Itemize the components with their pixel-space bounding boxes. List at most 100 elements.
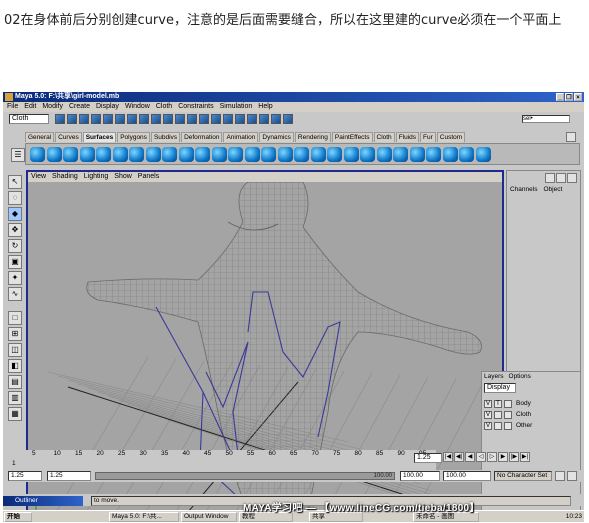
auto-key-icon[interactable] <box>555 471 565 481</box>
panel-menu-show[interactable]: Show <box>114 172 132 182</box>
tab-deformation[interactable]: Deformation <box>181 132 223 142</box>
shelf-tool-icon[interactable] <box>393 147 408 162</box>
menu-file[interactable]: File <box>7 102 18 112</box>
tab-polygons[interactable]: Polygons <box>117 132 150 142</box>
select-hierarchy-icon[interactable] <box>91 114 101 124</box>
tab-fur[interactable]: Fur <box>420 132 436 142</box>
shelf-tool-icon[interactable] <box>162 147 177 162</box>
shelf-tool-icon[interactable] <box>63 147 78 162</box>
layer-template-toggle[interactable] <box>494 411 502 419</box>
play-forward-icon[interactable]: ▷ <box>487 452 497 462</box>
save-scene-icon[interactable] <box>79 114 89 124</box>
layers-display-dropdown[interactable]: Display <box>484 383 516 393</box>
layer-color-swatch[interactable] <box>504 422 512 430</box>
shelf-tool-icon[interactable] <box>475 147 491 162</box>
start-button[interactable]: 开始 <box>4 512 32 522</box>
highlight-icon[interactable] <box>271 114 281 124</box>
animation-prefs-icon[interactable] <box>567 471 577 481</box>
snap-curve-icon[interactable] <box>139 114 149 124</box>
panel-menu-panels[interactable]: Panels <box>138 172 159 182</box>
new-scene-icon[interactable] <box>55 114 65 124</box>
shelf-tool-icon[interactable] <box>195 147 210 162</box>
minimize-button[interactable]: _ <box>556 93 564 101</box>
menu-help[interactable]: Help <box>258 102 272 112</box>
channel-tab-channels[interactable]: Channels <box>510 186 537 193</box>
selection-field[interactable]: sel• <box>522 115 570 123</box>
taskbar-item-maya[interactable]: Maya 5.0: F:\共... <box>109 512 179 522</box>
channel-toggle-icon[interactable] <box>283 114 293 124</box>
shelf-tool-icon[interactable] <box>409 147 425 162</box>
end-time-field[interactable]: 100.00 <box>443 471 491 481</box>
render-icon[interactable] <box>199 114 209 124</box>
play-back-icon[interactable]: ◁ <box>476 452 486 462</box>
close-button[interactable]: × <box>574 93 582 101</box>
layers-menu[interactable]: Layers <box>484 373 504 380</box>
layer-row-body[interactable]: V T Body <box>484 399 576 409</box>
four-view-icon[interactable]: ⊞ <box>8 327 22 341</box>
menu-create[interactable]: Create <box>69 102 90 112</box>
trash-icon[interactable] <box>566 132 576 142</box>
tab-dynamics[interactable]: Dynamics <box>259 132 294 142</box>
select-component-icon[interactable] <box>115 114 125 124</box>
shelf-tool-icon[interactable] <box>442 147 458 162</box>
layer-row-other[interactable]: V Other <box>484 421 576 431</box>
channel-box-toggle-icon[interactable] <box>545 173 555 183</box>
input-ops-icon[interactable] <box>235 114 245 124</box>
tab-cloth[interactable]: Cloth <box>373 132 395 142</box>
snap-grid-icon[interactable] <box>127 114 137 124</box>
shelf-tool-icon[interactable] <box>228 147 243 162</box>
character-set-dropdown[interactable]: No Character Set <box>494 471 552 481</box>
layer-visibility-toggle[interactable]: V <box>484 400 492 408</box>
tab-rendering[interactable]: Rendering <box>294 132 331 142</box>
tool-settings-toggle-icon[interactable] <box>567 173 577 183</box>
shelf-tool-icon[interactable] <box>96 147 111 162</box>
tab-painteffects[interactable]: PaintEffects <box>331 132 373 142</box>
snap-point-icon[interactable] <box>151 114 161 124</box>
scale-tool-icon[interactable]: ▣ <box>8 255 22 269</box>
history-icon[interactable] <box>187 114 197 124</box>
shelf-tool-icon[interactable] <box>129 147 144 162</box>
shelf-tool-icon[interactable] <box>112 147 128 162</box>
channel-tab-object[interactable]: Object <box>543 186 562 193</box>
ipr-render-icon[interactable] <box>211 114 221 124</box>
menu-cloth[interactable]: Cloth <box>156 102 172 112</box>
move-tool-icon[interactable]: ✥ <box>8 223 22 237</box>
select-object-icon[interactable] <box>103 114 113 124</box>
shelf-tool-icon[interactable] <box>310 147 326 162</box>
tab-curves[interactable]: Curves <box>55 132 82 142</box>
attribute-editor-toggle-icon[interactable] <box>556 173 566 183</box>
layer-template-toggle[interactable] <box>494 422 502 430</box>
layer-row-cloth[interactable]: V Cloth <box>484 410 576 420</box>
step-forward-key-icon[interactable]: |▶ <box>509 452 519 462</box>
graph-editor-layout-icon[interactable]: ▥ <box>8 391 22 405</box>
menu-display[interactable]: Display <box>96 102 119 112</box>
panel-menu-view[interactable]: View <box>31 172 46 182</box>
tab-animation[interactable]: Animation <box>223 132 259 142</box>
layout-list-icon[interactable]: ▦ <box>8 407 22 421</box>
curve-tool-icon[interactable]: ∿ <box>8 287 22 301</box>
snap-plane-icon[interactable] <box>163 114 173 124</box>
tab-fluids[interactable]: Fluids <box>395 132 420 142</box>
layer-color-swatch[interactable] <box>504 400 512 408</box>
step-back-key-icon[interactable]: ◀| <box>454 452 464 462</box>
playback-start-field[interactable]: 1.25 <box>47 471 91 481</box>
panel-menu-lighting[interactable]: Lighting <box>84 172 109 182</box>
menu-modify[interactable]: Modify <box>42 102 63 112</box>
shelf-tool-icon[interactable] <box>79 147 95 162</box>
shelf-tool-icon[interactable] <box>244 147 260 162</box>
shelf-tool-icon[interactable] <box>261 147 276 162</box>
shelf-tool-icon[interactable] <box>343 147 359 162</box>
layer-visibility-toggle[interactable]: V <box>484 422 492 430</box>
manipulator-tool-icon[interactable]: ✦ <box>8 271 22 285</box>
shelf-tool-icon[interactable] <box>376 147 392 162</box>
current-frame-field[interactable]: 1.25 <box>414 453 442 463</box>
layers-options-menu[interactable]: Options <box>509 373 531 380</box>
maximize-button[interactable]: ❐ <box>565 93 573 101</box>
outliner-window-tab[interactable]: Outliner <box>3 496 83 506</box>
range-slider-bar[interactable]: 100.00 <box>95 472 395 480</box>
layer-visibility-toggle[interactable]: V <box>484 411 492 419</box>
menu-window[interactable]: Window <box>125 102 150 112</box>
start-time-field[interactable]: 1.25 <box>8 471 42 481</box>
paint-select-tool-icon[interactable]: ◆ <box>8 207 22 221</box>
time-slider[interactable]: 5101520253035404550556065707580859095 1 <box>6 450 436 470</box>
